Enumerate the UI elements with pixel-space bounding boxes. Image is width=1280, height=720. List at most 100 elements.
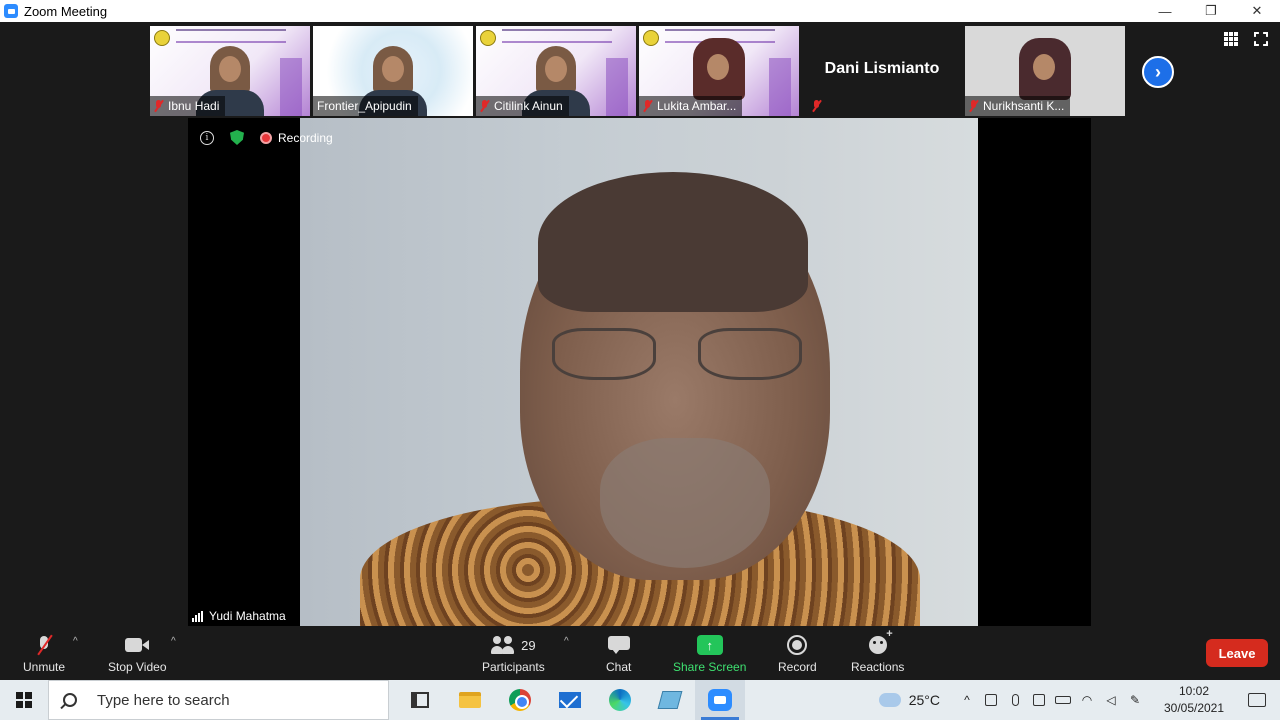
record-icon <box>787 635 808 655</box>
encryption-shield-icon[interactable] <box>230 130 244 145</box>
participant-tile[interactable]: Ibnu Hadi <box>150 26 310 116</box>
participant-video <box>522 46 590 116</box>
meeting-control-bar: Unmute ^ Stop Video ^ 29 Participants ^ … <box>0 626 1280 680</box>
chrome-button[interactable] <box>495 680 545 720</box>
unmute-label: Unmute <box>23 660 66 674</box>
recording-label: Recording <box>278 130 333 145</box>
zoom-taskbar-button[interactable] <box>695 680 745 720</box>
video-options-caret-icon[interactable]: ^ <box>171 636 176 647</box>
window-titlebar: Zoom Meeting — ❐ ✕ <box>0 0 1280 22</box>
window-title: Zoom Meeting <box>24 3 108 19</box>
participant-name: Ibnu Hadi <box>168 99 220 113</box>
participant-tile[interactable]: Lukita Ambar... <box>639 26 799 116</box>
participant-tile[interactable]: Dani Lismianto <box>802 26 962 116</box>
leave-button[interactable]: Leave <box>1206 639 1268 667</box>
wifi-icon[interactable]: ◠ <box>1076 680 1098 720</box>
battery-icon[interactable] <box>1052 680 1074 720</box>
participant-tile[interactable]: Citilink Ainun <box>476 26 636 116</box>
participant-video <box>359 46 427 116</box>
participants-label: Participants <box>482 660 545 674</box>
share-screen-button[interactable]: ↑ Share Screen <box>673 632 746 674</box>
participant-tile[interactable]: Frontier_Apipudin <box>313 26 473 116</box>
weather-widget[interactable]: 25°C <box>876 687 940 708</box>
windows-logo-icon <box>16 692 32 708</box>
participants-options-caret-icon[interactable]: ^ <box>564 636 569 647</box>
unmute-button[interactable]: Unmute <box>23 632 65 674</box>
file-explorer-button[interactable] <box>445 680 495 720</box>
book-icon <box>657 691 683 709</box>
connection-signal-icon <box>192 610 203 622</box>
participant-nameplate: Frontier_Apipudin <box>313 96 418 116</box>
folder-icon <box>459 692 481 708</box>
notification-icon <box>1248 693 1266 707</box>
participant-nameplate: Citilink Ainun <box>476 96 569 116</box>
recording-indicator[interactable]: Recording <box>260 131 333 145</box>
task-view-button[interactable] <box>395 680 445 720</box>
task-view-icon <box>411 692 429 708</box>
chat-label: Chat <box>606 660 632 674</box>
chrome-icon <box>509 689 531 711</box>
mail-icon <box>559 692 581 708</box>
temperature: 25°C <box>908 692 940 708</box>
system-tray: 25°C ^ ◠ ◁ ✎ 10:02 30/05/2021 <box>876 680 1280 720</box>
participant-name: Nurikhsanti K... <box>983 99 1065 113</box>
zoom-icon <box>708 689 732 711</box>
participant-tile[interactable]: Nurikhsanti K... <box>965 26 1125 116</box>
windows-taskbar: Type here to search 25°C ^ ◠ ◁ ✎ 10:02 3… <box>0 680 1280 720</box>
record-button[interactable]: Record <box>778 632 817 674</box>
speaker-video <box>300 118 978 626</box>
search-icon <box>63 693 77 707</box>
close-button[interactable]: ✕ <box>1234 0 1280 22</box>
face <box>707 54 729 80</box>
mic-muted-icon <box>812 100 822 112</box>
university-logo-icon <box>154 30 170 46</box>
reactions-icon <box>868 628 893 654</box>
participant-nameplate: Ibnu Hadi <box>150 96 226 116</box>
building-graphic <box>280 58 302 116</box>
clock-date: 30/05/2021 <box>1163 701 1225 715</box>
meet-now-icon[interactable] <box>980 680 1002 720</box>
chat-button[interactable]: Chat <box>606 632 631 674</box>
fullscreen-icon[interactable] <box>1254 32 1268 46</box>
reader-app-button[interactable] <box>645 680 695 720</box>
speaker-hair <box>538 172 808 312</box>
stop-video-label: Stop Video <box>108 660 167 674</box>
recording-icon <box>260 131 272 144</box>
speaker-name: Yudi Mahatma <box>209 609 286 623</box>
speaker-beard <box>600 438 770 568</box>
pen-icon[interactable]: ✎ <box>1124 680 1146 720</box>
next-page-button[interactable]: › <box>1142 56 1174 88</box>
slide-heading <box>502 29 612 43</box>
audio-options-caret-icon[interactable]: ^ <box>73 636 78 647</box>
stop-video-button[interactable]: Stop Video <box>108 632 167 674</box>
mail-button[interactable] <box>545 680 595 720</box>
show-hidden-icons-icon[interactable]: ^ <box>956 680 978 720</box>
building-graphic <box>769 58 791 116</box>
participant-video <box>1019 38 1071 100</box>
university-logo-icon <box>480 30 496 46</box>
participant-video <box>693 38 745 100</box>
chat-icon <box>607 636 630 654</box>
slide-heading <box>176 29 286 43</box>
screen-capture-icon[interactable] <box>1028 680 1050 720</box>
participant-name: Dani Lismianto <box>824 60 940 77</box>
microphone-tray-icon[interactable] <box>1004 680 1026 720</box>
edge-button[interactable] <box>595 680 645 720</box>
info-icon[interactable]: i <box>200 130 214 145</box>
minimize-button[interactable]: — <box>1142 0 1188 22</box>
meeting-area: Ibnu Hadi Frontier_Apipudin Citilink Ain… <box>0 22 1280 626</box>
notifications-button[interactable] <box>1234 680 1280 720</box>
gallery-view-icon[interactable] <box>1224 32 1238 46</box>
reactions-button[interactable]: Reactions <box>851 628 904 674</box>
volume-icon[interactable]: ◁ <box>1100 680 1122 720</box>
mic-muted-icon <box>969 100 979 112</box>
face <box>219 56 241 82</box>
maximize-button[interactable]: ❐ <box>1188 0 1234 22</box>
participants-icon <box>491 636 515 654</box>
start-button[interactable] <box>0 680 48 720</box>
clock[interactable]: 10:02 30/05/2021 <box>1154 683 1234 717</box>
mic-muted-icon <box>38 636 50 654</box>
participants-button[interactable]: 29 Participants <box>482 632 545 674</box>
taskbar-search[interactable]: Type here to search <box>48 680 389 720</box>
building-graphic <box>606 58 628 116</box>
